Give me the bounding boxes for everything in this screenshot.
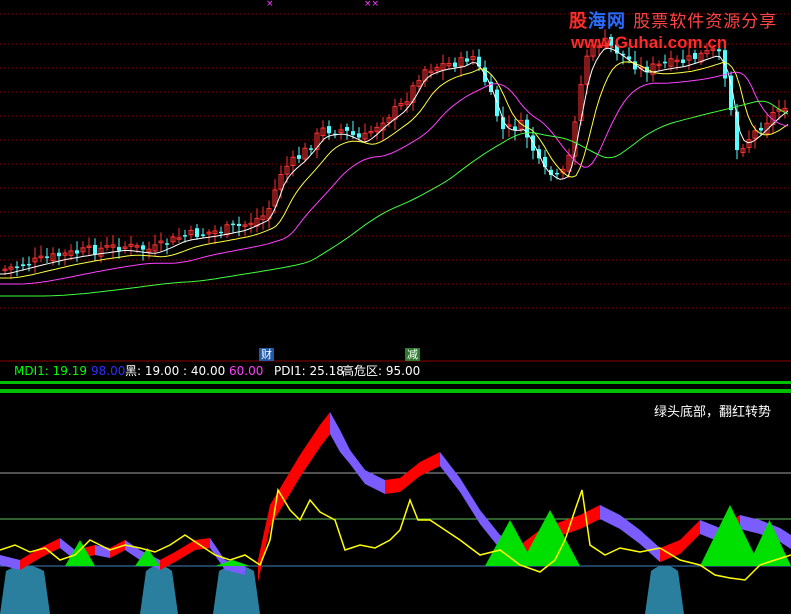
candle-body — [663, 61, 667, 64]
indicator-ribbon-segment — [640, 530, 660, 562]
signal-marker-double: ×× — [364, 0, 380, 9]
indicator-ribbon-segment — [330, 412, 340, 452]
candle-body — [351, 131, 355, 136]
candle-body — [309, 148, 313, 150]
candle-body — [15, 266, 19, 268]
candle-body — [219, 231, 223, 234]
watermark-url: www.Guhai.com.cn — [571, 33, 728, 52]
indicator-ribbon-segment — [270, 480, 285, 527]
candle-body — [117, 247, 121, 251]
candle-body — [195, 228, 199, 237]
indicator-ribbon-segment — [300, 425, 320, 477]
watermark-brand: 股海网 股票软件资源分享 — [569, 7, 777, 33]
badge-jian: 减 — [405, 348, 420, 361]
indicator-ribbon-segment — [600, 505, 620, 529]
candle-body — [75, 250, 79, 254]
indicator-ribbon-segment — [400, 462, 420, 492]
candlestick-series — [2, 29, 788, 280]
candle-body — [327, 126, 331, 134]
indicator-ribbon-segment — [285, 455, 300, 502]
moving-average-lines — [0, 47, 789, 297]
candle-body — [357, 133, 361, 138]
separator-bar — [0, 381, 791, 384]
candle-body — [693, 52, 697, 59]
ma-line-medium — [0, 61, 789, 279]
indicator-ribbon-segment — [580, 505, 600, 529]
separator-bar — [0, 389, 791, 393]
watermark-brand-blue: 海网 — [588, 11, 626, 32]
candle-body — [45, 256, 49, 258]
pdi-value: PDI1: 25.18 — [274, 364, 344, 378]
candle-body — [141, 245, 145, 250]
indicator-ribbon-segment — [0, 555, 20, 570]
mdi-extra-value: 98.00 — [91, 364, 126, 378]
badge-cai: 财 — [259, 348, 274, 361]
indicator-ribbon-segment — [460, 478, 480, 524]
candle-body — [183, 235, 187, 237]
price-grid — [0, 13, 791, 309]
indicator-ribbon-segment — [740, 515, 760, 534]
indicator-blue-area — [140, 565, 178, 614]
candle-body — [57, 252, 61, 257]
hei-value: 黑: 19.00 : 40.00 — [125, 364, 226, 378]
candle-body — [21, 264, 25, 266]
candle-body — [165, 243, 169, 245]
candle-body — [93, 244, 97, 255]
candle-body — [543, 156, 547, 168]
stock-chart-canvas — [0, 13, 791, 614]
candle-body — [681, 59, 685, 63]
candle-body — [201, 234, 205, 236]
watermark-brand-red: 股 — [569, 11, 588, 32]
indicator-ribbon-segment — [480, 510, 500, 549]
indicator-ribbon-segment — [125, 540, 140, 560]
indicator-blue-area — [0, 565, 50, 614]
indicator-annotation: 绿头底部，翻红转势 — [654, 405, 772, 420]
indicator-ribbon-segment — [350, 450, 365, 484]
danger-zone-value: 高危区: 95.00 — [342, 364, 421, 378]
indicator-blue-area — [645, 565, 684, 614]
candle-body — [231, 223, 235, 226]
level60-value: 60.00 — [229, 364, 264, 378]
indicator-ribbon-segment — [175, 540, 195, 562]
watermark-brand-sub: 股票软件资源分享 — [633, 12, 778, 32]
candle-body — [345, 127, 349, 131]
indicator-ribbon-segment — [385, 478, 400, 494]
indicator-ribbon-segment — [365, 470, 385, 494]
indicator-ribbon-segment — [680, 520, 700, 554]
candle-body — [465, 58, 469, 62]
ma-line-short — [0, 47, 789, 275]
indicator-ribbon-segment — [780, 528, 791, 549]
ma-line-long — [0, 71, 789, 285]
candle-body — [759, 127, 763, 131]
signal-marker: × — [266, 0, 274, 9]
candle-body — [555, 172, 559, 175]
candle-body — [27, 263, 31, 266]
indicator-ribbon-segment — [440, 452, 460, 492]
indicator-ribbon-segment — [420, 452, 440, 476]
candle-body — [453, 62, 457, 67]
candle-body — [237, 223, 241, 226]
indicator-ribbon-segment — [160, 552, 175, 570]
indicator-panel — [0, 412, 791, 614]
indicator-ribbon-segment — [340, 430, 350, 464]
indicator-ribbon-segment — [320, 412, 330, 447]
mdi-value: MDI1: 19.19 — [14, 364, 87, 378]
candle-body — [297, 155, 301, 159]
ma-line-xlong — [0, 100, 789, 297]
